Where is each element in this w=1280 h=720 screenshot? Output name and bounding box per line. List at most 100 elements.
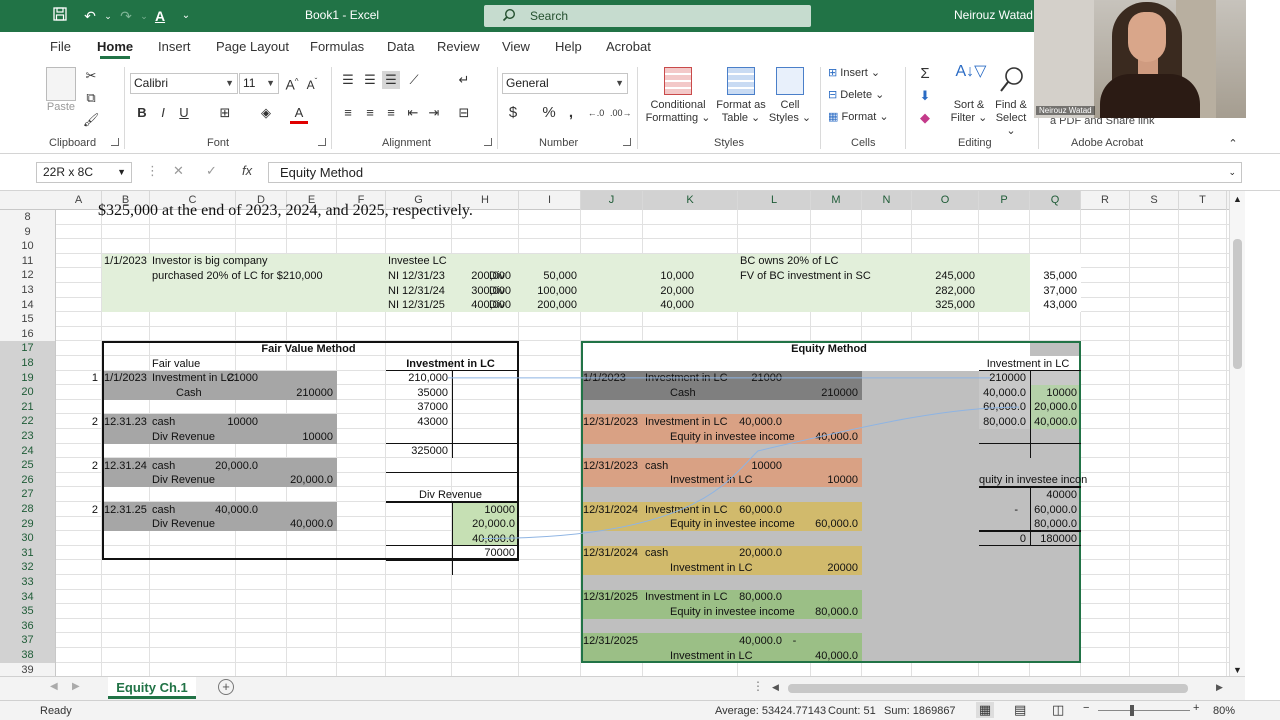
row-header[interactable]: 19 [0, 370, 55, 386]
cell-value[interactable]: 210,000 [386, 371, 448, 385]
cell-value[interactable]: 1 [56, 371, 98, 385]
cell-value[interactable]: 10,000 [603, 269, 694, 283]
cell-value[interactable]: 100,000 [519, 284, 577, 298]
cell-value[interactable]: 60,000.0 [713, 503, 782, 517]
cell-value[interactable]: 10000 [287, 430, 333, 444]
cell-value[interactable]: 12/31/2025 [581, 590, 639, 604]
increase-indent-icon[interactable]: ⇥ [425, 104, 443, 122]
cell-value[interactable]: 0 [979, 532, 1026, 546]
cell-value[interactable]: Equity in investee income [668, 517, 832, 531]
row-header[interactable]: 31 [0, 545, 55, 561]
percent-style-icon[interactable]: % [540, 104, 558, 122]
conditional-formatting-icon[interactable] [664, 67, 692, 95]
font-name-combo[interactable]: Calibri ▼ [130, 73, 238, 94]
status-count[interactable]: Count: 51 [828, 705, 876, 717]
name-box[interactable]: 22R x 8C ▼ [36, 162, 132, 183]
underline-icon[interactable]: U [175, 104, 193, 122]
t-account-title[interactable]: Div Revenue [386, 488, 515, 502]
row-header[interactable]: 20 [0, 385, 55, 400]
row-header[interactable]: 36 [0, 618, 55, 634]
cell-value[interactable]: 10000 [452, 503, 515, 517]
customize-qat-icon[interactable]: ⌄ [176, 6, 196, 26]
prev-sheet-icon[interactable]: ◀ [50, 681, 58, 692]
cell-value[interactable]: 2 [56, 415, 98, 429]
problem-statement-text[interactable]: $325,000 at the end of 2023, 2024, and 2… [98, 203, 473, 219]
row-header[interactable]: 27 [0, 487, 55, 502]
delete-cells-button[interactable]: ⊟ Delete ⌄ [828, 89, 898, 102]
cell-value[interactable]: 325,000 [912, 298, 975, 312]
column-header[interactable]: M [811, 191, 862, 210]
fair-value-title[interactable]: Fair Value Method [102, 342, 515, 356]
cell-value[interactable]: 20,000.0 [713, 546, 782, 560]
cell-value[interactable]: Div Revenue [150, 473, 232, 487]
cell-value[interactable]: 80,000.0 [713, 590, 782, 604]
row-header[interactable]: 13 [0, 283, 55, 298]
row-header[interactable]: 29 [0, 516, 55, 532]
cell-area[interactable]: $325,000 at the end of 2023, 2024, and 2… [56, 203, 1229, 680]
row-header[interactable]: 33 [0, 575, 55, 590]
confirm-entry-icon[interactable]: ✓ [206, 163, 217, 179]
cell-value[interactable]: BC owns 20% of LC [738, 254, 908, 268]
sheet-tab-equity[interactable]: Equity Ch.1 [108, 677, 196, 699]
cell-value[interactable]: Investment in LC [668, 561, 832, 575]
cell-value[interactable]: Equity in investee income [668, 605, 832, 619]
zoom-slider-track[interactable] [1098, 710, 1190, 711]
cell-value[interactable]: 40000 [1030, 488, 1077, 502]
orientation-icon[interactable]: ⟋ [405, 71, 423, 89]
row-header[interactable]: 14 [0, 298, 55, 313]
t-account-title[interactable]: Investment in LC [979, 357, 1077, 371]
cell-value[interactable]: 325000 [386, 444, 448, 458]
vertical-scrollbar[interactable]: ▲ ▼ [1229, 191, 1245, 680]
cell-value[interactable]: 40,000.0 [979, 386, 1026, 400]
cell-value[interactable]: Div [489, 298, 505, 312]
align-center-icon[interactable]: ≡ [361, 104, 379, 122]
user-name[interactable]: Neirouz Watad [954, 8, 1033, 22]
row-header[interactable]: 8 [0, 210, 55, 225]
cell-value[interactable]: 20000 [811, 561, 858, 575]
cell-value[interactable]: 80,000.0 [811, 605, 858, 619]
cell-value[interactable]: 210000 [287, 386, 333, 400]
cell-value[interactable]: purchased 20% of LC for $210,000 [150, 269, 382, 283]
font-size-combo[interactable]: 11 ▼ [239, 73, 279, 94]
column-header[interactable]: S [1130, 191, 1179, 210]
font-launcher-icon[interactable] [318, 138, 326, 146]
cell-value[interactable]: FV of BC investment in SC [738, 269, 908, 283]
cell-value[interactable]: 20,000.0 [1030, 400, 1077, 414]
vertical-scroll-thumb[interactable] [1233, 239, 1242, 369]
cell-value[interactable]: Cash [668, 386, 832, 400]
row-header[interactable]: 39 [0, 663, 55, 678]
cut-icon[interactable]: ✂ [82, 67, 100, 85]
cell-value[interactable]: 20,000.0 [287, 473, 333, 487]
horizontal-scroll-thumb[interactable] [788, 684, 1188, 693]
cell-value[interactable]: NI 12/31/23 [386, 269, 448, 283]
column-header[interactable]: I [519, 191, 581, 210]
cell-value[interactable]: 35,000 [1030, 269, 1077, 283]
align-right-icon[interactable]: ≡ [382, 104, 400, 122]
cell-value[interactable]: 10000 [713, 459, 782, 473]
wrap-text-icon[interactable]: ↵ [455, 71, 473, 89]
cell-value[interactable]: 200,000 [519, 298, 577, 312]
cell-value[interactable]: 60,000.0 [979, 400, 1026, 414]
clipboard-launcher-icon[interactable] [111, 138, 119, 146]
cell-value[interactable]: 60,000.0 [811, 517, 858, 531]
cell-value[interactable]: 50,000 [519, 269, 577, 283]
cell-value[interactable]: 37000 [386, 400, 448, 414]
row-header[interactable]: 24 [0, 443, 55, 459]
cell-value[interactable]: Div Revenue [150, 517, 232, 531]
undo-dropdown-icon[interactable]: ⌄ [98, 6, 118, 26]
tab-acrobat[interactable]: Acrobat [606, 39, 651, 54]
cell-value[interactable]: Cash [174, 386, 256, 400]
search-box[interactable]: Search [484, 5, 811, 27]
cell-value[interactable]: 10000 [1030, 386, 1077, 400]
row-header[interactable]: 25 [0, 458, 55, 473]
t-account-title[interactable]: quity in investee incon [979, 473, 1087, 487]
tab-file[interactable]: File [50, 39, 71, 54]
column-header[interactable]: P [979, 191, 1030, 210]
accounting-format-icon[interactable]: $ [504, 104, 522, 122]
cell-value[interactable]: 1/1/2023 [102, 254, 147, 268]
row-header[interactable]: 23 [0, 429, 55, 444]
status-sum[interactable]: Sum: 1869867 [884, 705, 956, 717]
zoom-out-icon[interactable]: − [1083, 702, 1089, 714]
collapse-ribbon-icon[interactable]: ⌃ [1224, 135, 1242, 153]
status-average[interactable]: Average: 53424.77143 [715, 705, 826, 717]
